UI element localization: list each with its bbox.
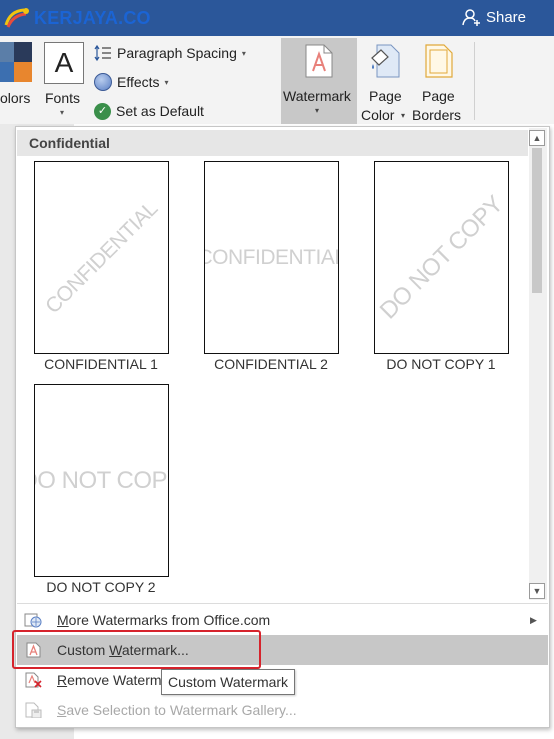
save-to-gallery-icon: [25, 702, 42, 718]
share-button[interactable]: Share: [462, 8, 526, 26]
watermark-preview-page: DO NOT COPY: [34, 384, 169, 577]
page-borders-label-line2: Borders: [412, 107, 462, 123]
gallery-section-header: Confidential: [17, 130, 528, 156]
save-selection-menu-item: Save Selection to Watermark Gallery...: [17, 695, 548, 725]
scroll-up-icon[interactable]: ▲: [529, 130, 545, 146]
scroll-down-icon[interactable]: ▼: [529, 583, 545, 599]
fonts-preview-icon: A: [44, 42, 84, 84]
page-color-label-line2: Color: [361, 107, 395, 123]
fonts-letter: A: [54, 47, 74, 78]
fonts-dropdown-icon: ▾: [60, 108, 65, 117]
effects-dropdown-icon: ▾: [164, 77, 169, 87]
submenu-arrow-icon: ▶: [530, 615, 537, 625]
page-color-dropdown-icon: ▾: [401, 111, 406, 120]
person-icon: [462, 9, 480, 26]
highlight-box: [12, 630, 261, 669]
share-label: Share: [485, 8, 526, 26]
checkmark-icon: ✓: [94, 102, 111, 120]
colors-button[interactable]: olors: [0, 40, 36, 120]
set-as-default-label: Set as Default: [116, 103, 204, 119]
title-bar: KERJAYA.CO Share: [0, 0, 554, 36]
page-color-label-line1: Page: [369, 88, 402, 104]
ribbon-design-tab: olors A Fonts ▾ Paragraph Spacing ▾ Effe…: [0, 36, 554, 125]
page-borders-label-line1: Page: [422, 88, 455, 104]
colors-swatch-icon: [0, 42, 32, 82]
effects-button[interactable]: Effects ▾: [94, 71, 169, 93]
watermark-preview-text: DO NOT COPY: [35, 466, 168, 494]
watermark-preview-page: CONFIDENTIAL: [204, 161, 339, 354]
page-borders-icon: [425, 44, 453, 78]
logo-text: KERJAYA.CO: [34, 7, 151, 28]
colors-label: olors: [0, 90, 31, 106]
paragraph-spacing-icon: [94, 44, 111, 62]
paragraph-spacing-button[interactable]: Paragraph Spacing ▾: [94, 42, 246, 64]
office-online-icon: [24, 613, 42, 628]
logo-mark-icon: [4, 8, 29, 28]
thumb-label: DO NOT COPY 1: [386, 356, 496, 372]
watermark-preview-text: DO NOT COPY: [374, 190, 508, 324]
page-color-button[interactable]: Page Color ▾: [359, 38, 411, 124]
fonts-button[interactable]: A Fonts ▾: [42, 40, 86, 122]
save-selection-label: Save Selection to Watermark Gallery...: [57, 702, 297, 718]
paragraph-spacing-label: Paragraph Spacing: [117, 45, 237, 61]
thumb-label: CONFIDENTIAL 1: [44, 356, 158, 372]
kerjaya-logo: KERJAYA.CO: [4, 7, 151, 29]
effects-label: Effects: [117, 74, 160, 90]
effects-icon: [94, 73, 112, 91]
watermark-button[interactable]: Watermark ▾: [281, 38, 357, 124]
watermark-preview-text: CONFIDENTIAL: [40, 196, 162, 318]
remove-watermark-label: Remove Waterm: [57, 672, 162, 688]
menu-divider: [17, 603, 548, 604]
gallery-scrollbar[interactable]: ▲ ▼: [529, 128, 547, 600]
thumb-label: CONFIDENTIAL 2: [214, 356, 328, 372]
thumb-label: DO NOT COPY 2: [46, 579, 156, 595]
fonts-label: Fonts: [45, 90, 81, 106]
scrollbar-thumb[interactable]: [532, 148, 542, 293]
watermark-preview-page: DO NOT COPY: [374, 161, 509, 354]
remove-watermark-icon: [25, 672, 42, 688]
page-borders-button[interactable]: Page Borders: [410, 38, 468, 124]
ribbon-group-divider: [474, 42, 475, 120]
watermark-label: Watermark: [283, 88, 351, 104]
watermark-dropdown-icon: ▾: [315, 106, 320, 115]
watermark-preview-page: CONFIDENTIAL: [34, 161, 169, 354]
watermark-icon: [305, 44, 333, 78]
page-color-icon: [371, 44, 400, 78]
watermark-preview-text: CONFIDENTIAL: [204, 245, 339, 269]
custom-watermark-tooltip: Custom Watermark: [161, 669, 296, 695]
set-as-default-button[interactable]: ✓ Set as Default: [94, 100, 204, 122]
paragraph-spacing-dropdown-icon: ▾: [241, 48, 246, 58]
